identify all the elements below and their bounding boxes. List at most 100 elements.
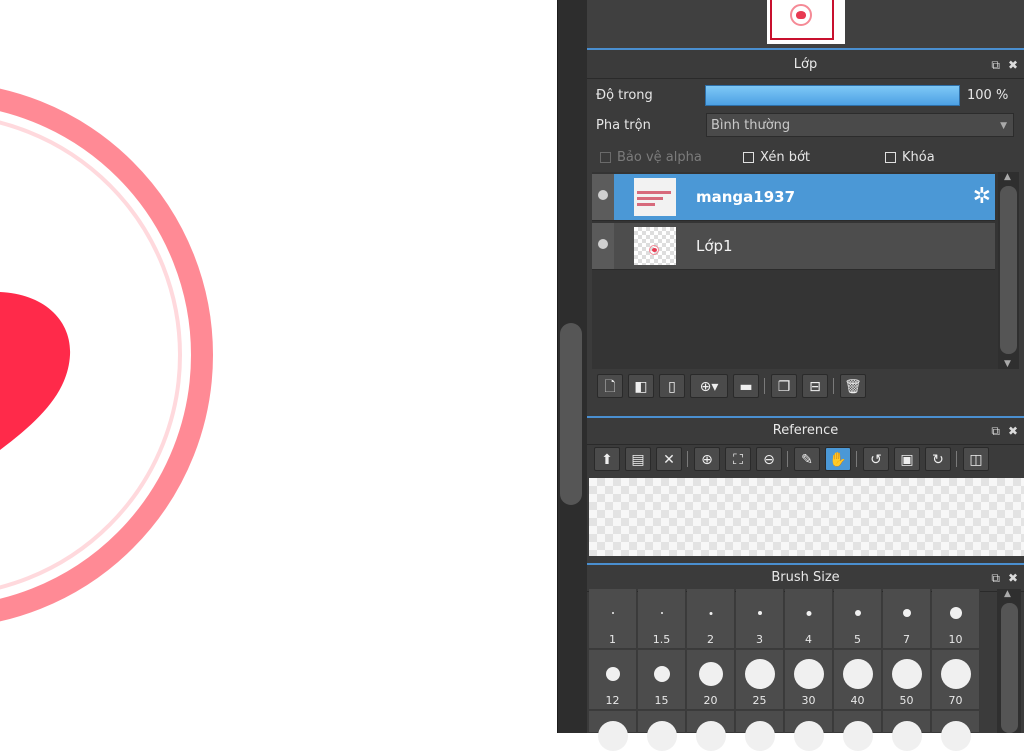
hand-icon[interactable]: ✋	[825, 447, 851, 471]
close-reference-icon[interactable]: ✕	[656, 447, 682, 471]
brush-size-cell[interactable]: 3	[736, 589, 784, 649]
merge-layer-icon[interactable]: ⊟	[802, 374, 828, 398]
brush-size-cell[interactable]: 50	[883, 650, 931, 710]
brush-size-cell[interactable]	[589, 711, 637, 751]
brush-size-label: 4	[805, 633, 812, 646]
protect-alpha-checkbox[interactable]: Bảo vệ alpha	[600, 150, 702, 165]
flip-icon[interactable]: ◫	[963, 447, 989, 471]
new-1bit-layer-icon[interactable]: ▯	[659, 374, 685, 398]
reference-view[interactable]	[589, 478, 1024, 556]
visibility-toggle[interactable]	[598, 190, 608, 200]
layer-panel-header: Lớp ⧉ ✖	[587, 52, 1024, 79]
brush-size-cell[interactable]: 20	[687, 650, 735, 710]
add-layer-dropdown-icon[interactable]: ⊕▾	[690, 374, 728, 398]
brush-size-cell[interactable]: 15	[638, 650, 686, 710]
upload-icon[interactable]: ⬆	[594, 447, 620, 471]
zoom-out-icon[interactable]: ⊖	[756, 447, 782, 471]
brush-size-cell[interactable]: 5	[834, 589, 882, 649]
reference-toolbar: ⬆ ▤ ✕ ⊕ ⛶ ⊖ ✎ ✋ ↺ ▣ ↻ ◫	[594, 447, 994, 471]
brush-size-cell[interactable]: 1	[589, 589, 637, 649]
separator	[764, 378, 765, 394]
brush-size-cell[interactable]: 25	[736, 650, 784, 710]
layer-row-manga1937[interactable]: manga1937 ✲	[592, 174, 995, 221]
blend-mode-value: Bình thường	[711, 118, 791, 133]
blend-mode-select[interactable]: Bình thường ▼	[706, 113, 1014, 137]
layer-name: Lớp1	[696, 237, 733, 255]
brush-size-cell[interactable]: 10	[932, 589, 980, 649]
close-icon[interactable]: ✖	[1008, 425, 1018, 437]
brush-size-preview-dot	[757, 611, 762, 615]
brush-size-label: 70	[948, 694, 963, 707]
brush-size-label: 1	[609, 633, 616, 646]
lock-checkbox[interactable]: Khóa	[885, 150, 935, 165]
brush-size-scrollbar[interactable]: ▲	[997, 589, 1021, 733]
duplicate-layer-icon[interactable]: ❐	[771, 374, 797, 398]
layer-toolbar: 🗋 ◧ ▯ ⊕▾ ▬ ❐ ⊟ 🗑	[597, 374, 871, 398]
rotate-right-icon[interactable]: ↻	[925, 447, 951, 471]
reference-panel-header: Reference ⧉ ✖	[587, 416, 1024, 445]
brush-size-cell[interactable]	[883, 711, 931, 751]
brush-size-cell[interactable]: 40	[834, 650, 882, 710]
layer-list-scrollbar[interactable]: ▲ ▼	[998, 172, 1019, 369]
brush-size-cell[interactable]: 7	[883, 589, 931, 649]
layer-row-lop1[interactable]: Lớp1	[592, 223, 995, 270]
navigator-preview[interactable]	[767, 0, 845, 44]
brush-size-preview-dot	[744, 721, 775, 751]
thumb-text-line	[637, 191, 671, 194]
brush-size-cell[interactable]: 4	[785, 589, 833, 649]
opacity-slider[interactable]	[705, 85, 960, 106]
brush-size-label: 50	[899, 694, 914, 707]
opacity-value: 100 %	[967, 88, 1009, 103]
brush-size-label: 20	[703, 694, 718, 707]
new-8bit-layer-icon[interactable]: ◧	[628, 374, 654, 398]
folder-icon[interactable]: ▬	[733, 374, 759, 398]
brush-size-panel-header: Brush Size ⧉ ✖	[587, 563, 1024, 592]
brush-size-cell[interactable]: 30	[785, 650, 833, 710]
canvas-scrollbar-thumb[interactable]	[560, 323, 582, 505]
brush-size-cell[interactable]	[834, 711, 882, 751]
brush-size-cell[interactable]: 12	[589, 650, 637, 710]
scroll-up-icon[interactable]: ▲	[1004, 589, 1011, 599]
brush-size-cell[interactable]	[785, 711, 833, 751]
layer-name: manga1937	[696, 188, 796, 206]
right-panel: Lớp ⧉ ✖ Độ trong 100 % Pha trộn Bình thư…	[587, 0, 1024, 751]
separator	[833, 378, 834, 394]
popout-icon[interactable]: ⧉	[991, 572, 1000, 584]
brush-size-label: 30	[801, 694, 816, 707]
opacity-label: Độ trong	[596, 88, 653, 103]
new-layer-icon[interactable]: 🗋	[597, 374, 623, 398]
gear-icon[interactable]: ✲	[973, 184, 991, 209]
open-folder-icon[interactable]: ▤	[625, 447, 651, 471]
canvas-scrollbar[interactable]	[557, 0, 588, 733]
scroll-up-icon[interactable]: ▲	[1004, 172, 1011, 182]
fit-screen-icon[interactable]: ⛶	[725, 447, 751, 471]
brush-size-cell[interactable]	[932, 711, 980, 751]
drawing-canvas[interactable]	[0, 0, 557, 733]
brush-size-cell[interactable]	[736, 711, 784, 751]
fit-window-icon[interactable]: ▣	[894, 447, 920, 471]
brush-size-cell[interactable]: 1.5	[638, 589, 686, 649]
brush-size-preview-dot	[709, 611, 712, 615]
eyedropper-icon[interactable]: ✎	[794, 447, 820, 471]
brush-size-label: 1.5	[652, 633, 671, 646]
brush-size-cell[interactable]: 70	[932, 650, 980, 710]
popout-icon[interactable]: ⧉	[991, 59, 1000, 71]
close-icon[interactable]: ✖	[1008, 59, 1018, 71]
thumb-text-line	[637, 203, 655, 206]
visibility-toggle[interactable]	[598, 239, 608, 249]
brush-size-preview-dot	[806, 610, 811, 616]
close-icon[interactable]: ✖	[1008, 572, 1018, 584]
scroll-down-icon[interactable]: ▼	[1004, 359, 1011, 369]
zoom-in-icon[interactable]: ⊕	[694, 447, 720, 471]
delete-layer-icon[interactable]: 🗑	[840, 374, 866, 398]
brush-size-cell[interactable]	[638, 711, 686, 751]
rotate-left-icon[interactable]: ↺	[863, 447, 889, 471]
brush-size-cell[interactable]: 2	[687, 589, 735, 649]
brush-size-cell[interactable]	[687, 711, 735, 751]
canvas-artwork	[0, 88, 213, 622]
clipping-checkbox[interactable]: Xén bớt	[743, 150, 810, 165]
brush-size-scrollbar-thumb[interactable]	[1001, 603, 1018, 733]
brush-size-preview-dot	[744, 659, 775, 689]
popout-icon[interactable]: ⧉	[991, 425, 1000, 437]
layer-list-scrollbar-thumb[interactable]	[1000, 186, 1017, 354]
